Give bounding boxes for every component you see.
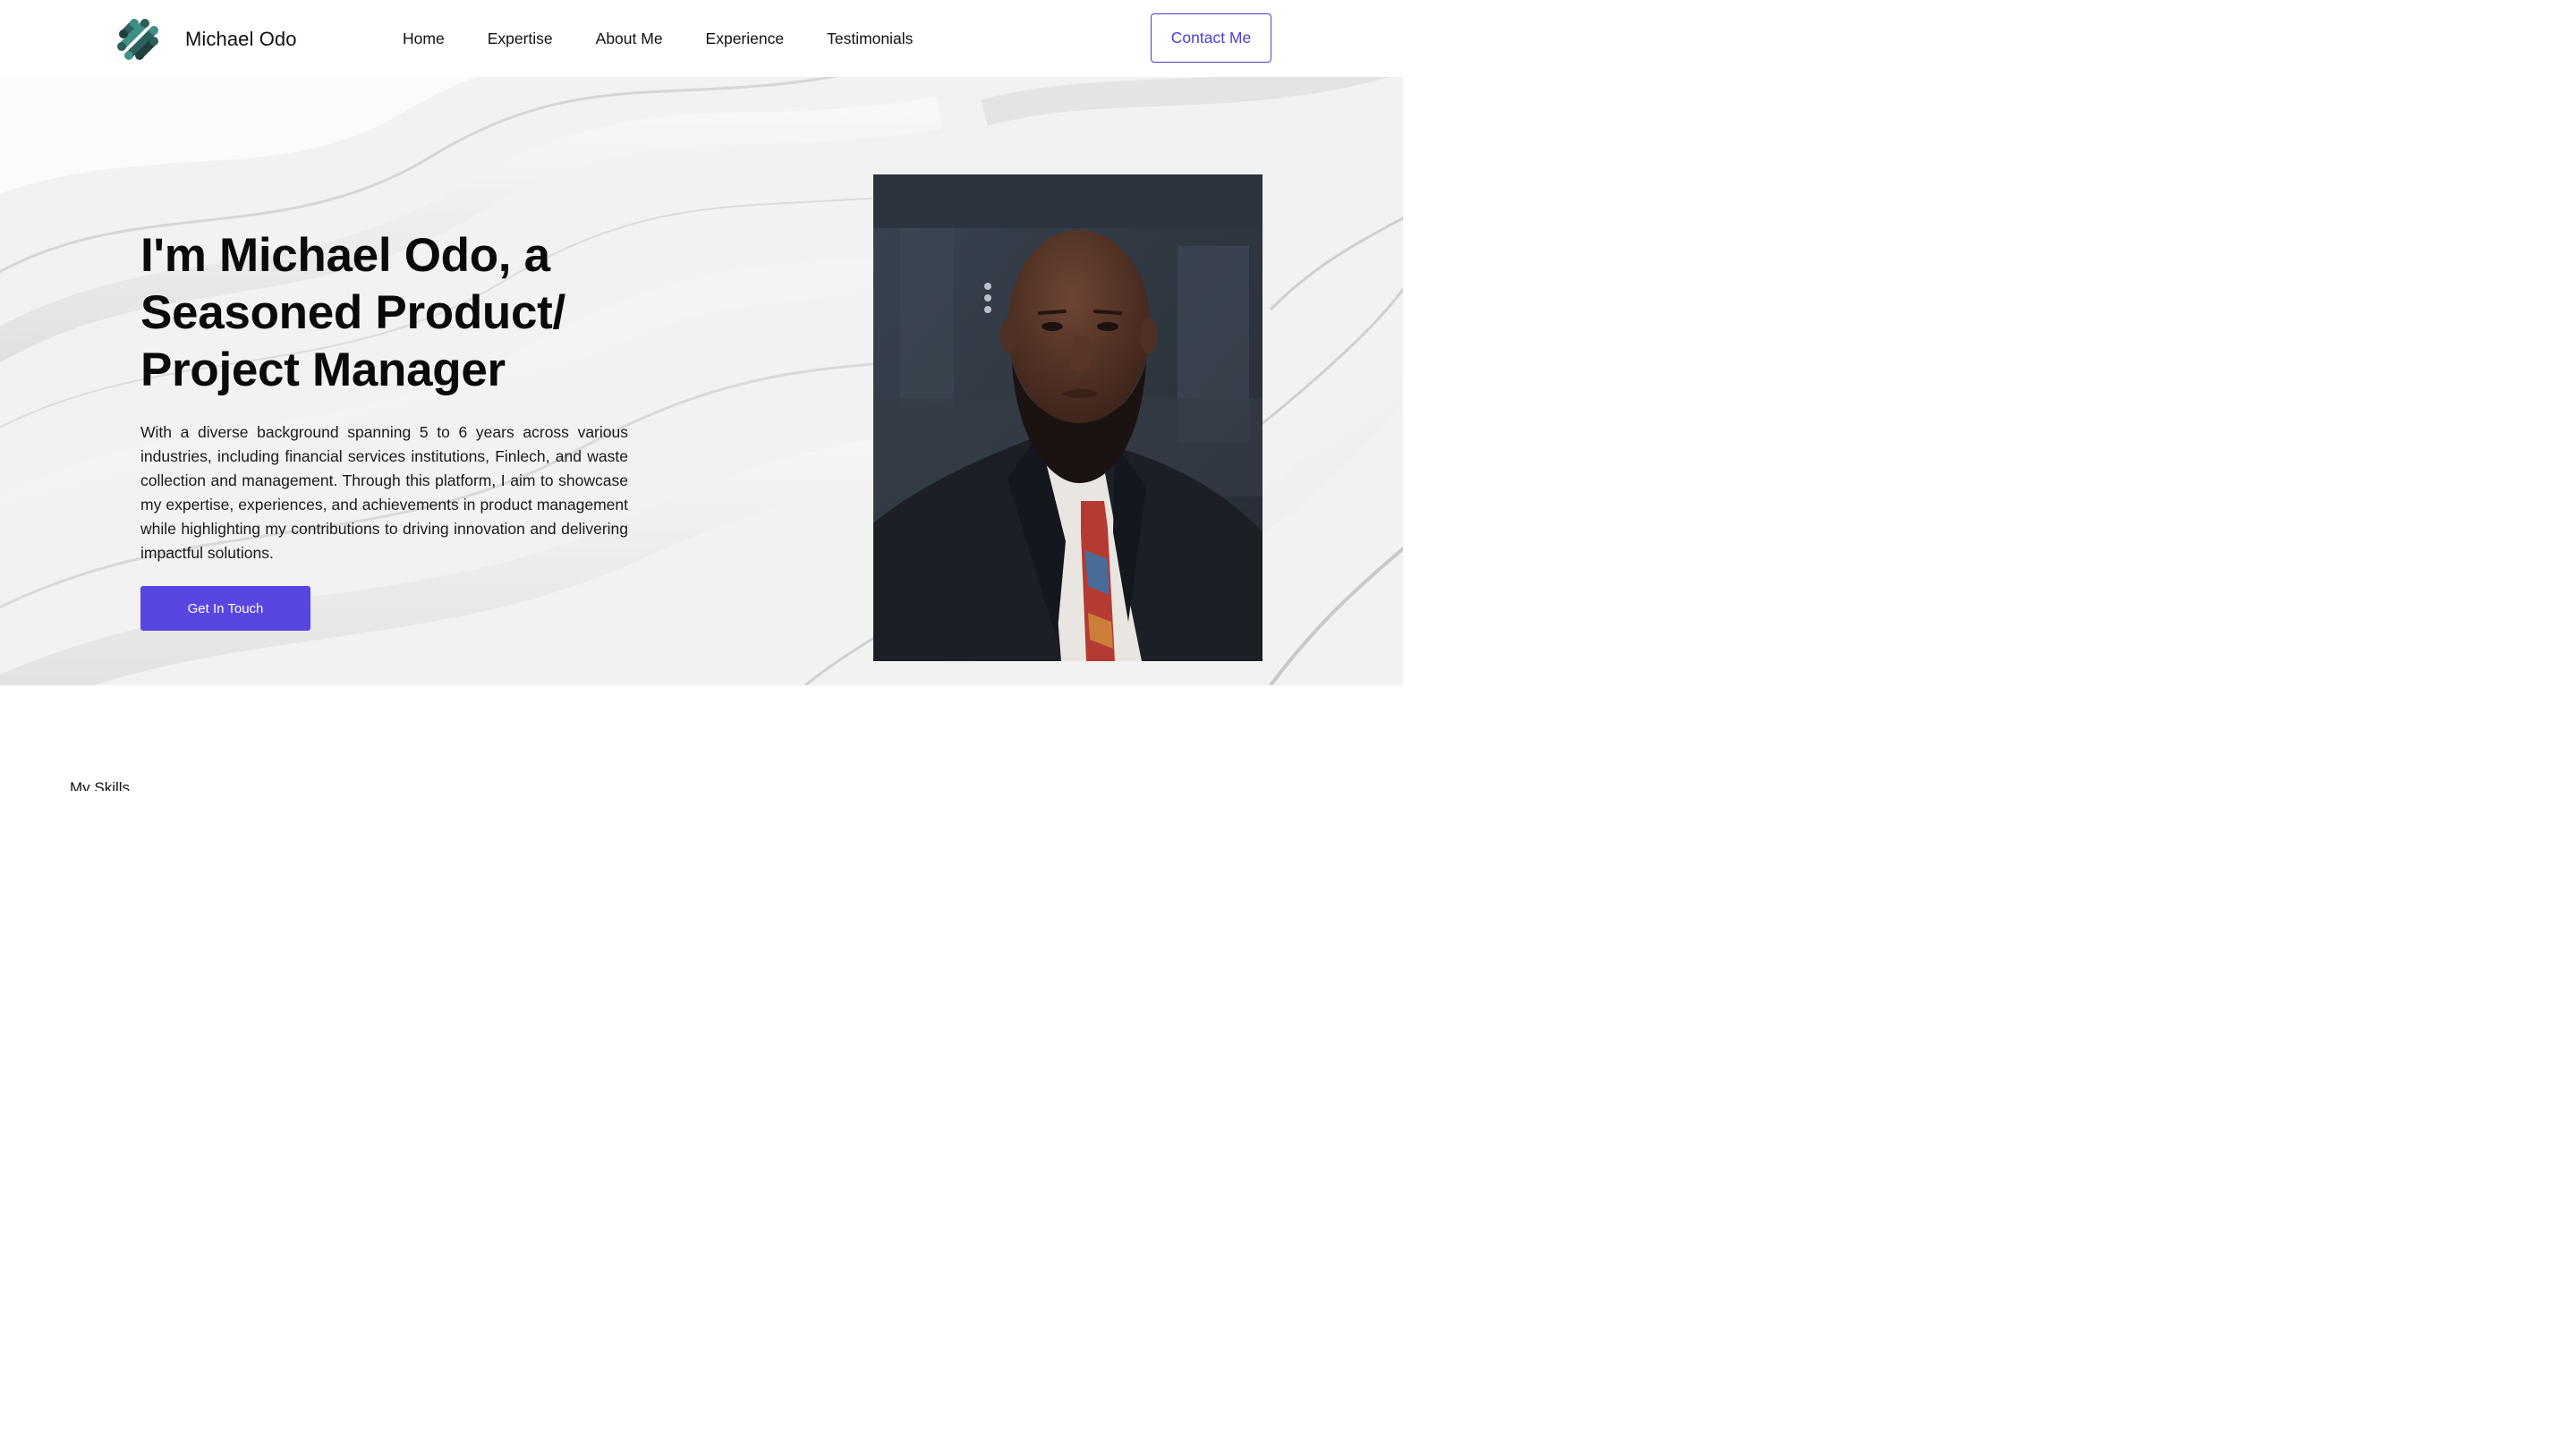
get-in-touch-button[interactable]: Get In Touch	[140, 586, 310, 631]
brand[interactable]: Michael Odo	[115, 16, 297, 63]
hero-content: I'm Michael Odo, a Seasoned Product/ Pro…	[140, 227, 628, 631]
hero-description: With a diverse background spanning 5 to …	[140, 423, 628, 562]
site-header: Michael Odo Home Expertise About Me Expe…	[0, 0, 1403, 77]
skills-section-label: My Skills	[70, 779, 131, 791]
profile-portrait-photo	[873, 174, 1262, 661]
nav-about-me[interactable]: About Me	[596, 30, 663, 48]
hero-title: I'm Michael Odo, a Seasoned Product/ Pro…	[140, 229, 565, 396]
nav-experience[interactable]: Experience	[706, 30, 785, 48]
helix-dots-logo-icon[interactable]	[115, 16, 161, 63]
main-nav: Home Expertise About Me Experience Testi…	[403, 30, 956, 48]
brand-name[interactable]: Michael Odo	[185, 30, 297, 49]
nav-home[interactable]: Home	[403, 30, 445, 48]
nav-testimonials[interactable]: Testimonials	[827, 30, 913, 48]
contact-me-button[interactable]: Contact Me	[1151, 13, 1271, 63]
nav-expertise[interactable]: Expertise	[488, 30, 553, 48]
page: Michael Odo Home Expertise About Me Expe…	[0, 0, 1403, 791]
hero-section: I'm Michael Odo, a Seasoned Product/ Pro…	[0, 77, 1403, 685]
